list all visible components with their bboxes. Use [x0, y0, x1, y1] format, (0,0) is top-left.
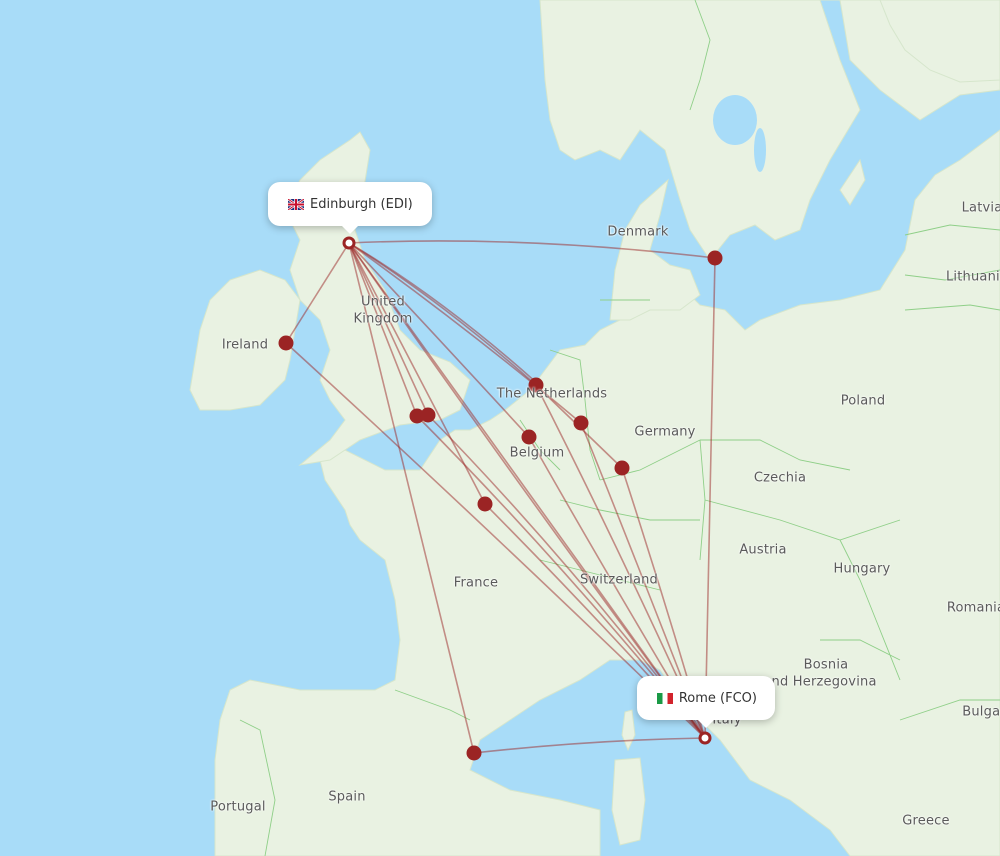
airport-marker-paris[interactable]: [477, 496, 493, 512]
country-label: Germany: [634, 424, 696, 440]
country-label: Romania: [946, 600, 1000, 616]
route-copenhagen-fco[interactable]: [704, 257, 716, 739]
country-label: Greece: [902, 813, 950, 829]
country-label: Latvia: [961, 200, 1000, 216]
country-label: Switzerland: [579, 572, 659, 588]
country-label: Lithuania: [945, 269, 1000, 285]
route-barcelona-fco[interactable]: [473, 737, 706, 754]
country-label: Bulgaria: [962, 704, 1000, 720]
country-label: Poland: [840, 393, 886, 409]
routes-layer: [278, 236, 723, 761]
airport-marker-frankfurt[interactable]: [614, 460, 630, 476]
country-label: Bosnia: [803, 657, 849, 673]
destination-airport-tooltip[interactable]: Rome (FCO): [637, 676, 775, 728]
route-edi-london-a[interactable]: [348, 242, 418, 417]
destination-airport-label: Rome (FCO): [678, 690, 757, 706]
airport-marker-dusseldorf[interactable]: [573, 415, 589, 431]
route-edi-brussels[interactable]: [348, 242, 530, 438]
country-label: Ireland: [221, 337, 269, 353]
country-label: Denmark: [607, 224, 669, 240]
airport-marker-rome[interactable]: [698, 731, 712, 745]
origin-airport-tooltip[interactable]: Edinburgh (EDI): [268, 182, 432, 234]
airport-marker-london-b[interactable]: [420, 407, 436, 423]
gb-flag-icon: [288, 198, 304, 210]
country-label: France: [453, 575, 499, 591]
route-edi-dublin[interactable]: [285, 242, 350, 344]
origin-airport-label: Edinburgh (EDI): [310, 196, 413, 212]
it-flag-icon: [657, 692, 673, 704]
country-label: Austria: [739, 542, 787, 558]
country-label: Belgium: [509, 445, 565, 461]
country-label: Kingdom: [353, 311, 413, 327]
country-label: Hungary: [833, 561, 891, 577]
airport-marker-edinburgh[interactable]: [342, 236, 356, 250]
country-label: and Herzegovina: [763, 674, 877, 690]
country-label: Portugal: [210, 799, 266, 815]
country-label: Spain: [328, 789, 366, 805]
route-edi-copenhagen[interactable]: [348, 240, 716, 259]
airport-marker-dublin[interactable]: [278, 335, 294, 351]
airport-marker-brussels[interactable]: [521, 429, 537, 445]
country-label: Czechia: [753, 470, 807, 486]
airport-marker-barcelona[interactable]: [466, 745, 482, 761]
country-label: The Netherlands: [496, 386, 608, 402]
airport-marker-copenhagen[interactable]: [707, 250, 723, 266]
route-map[interactable]: Ireland United Kingdom Denmark The Nethe…: [0, 0, 1000, 856]
country-label: United: [361, 294, 405, 310]
